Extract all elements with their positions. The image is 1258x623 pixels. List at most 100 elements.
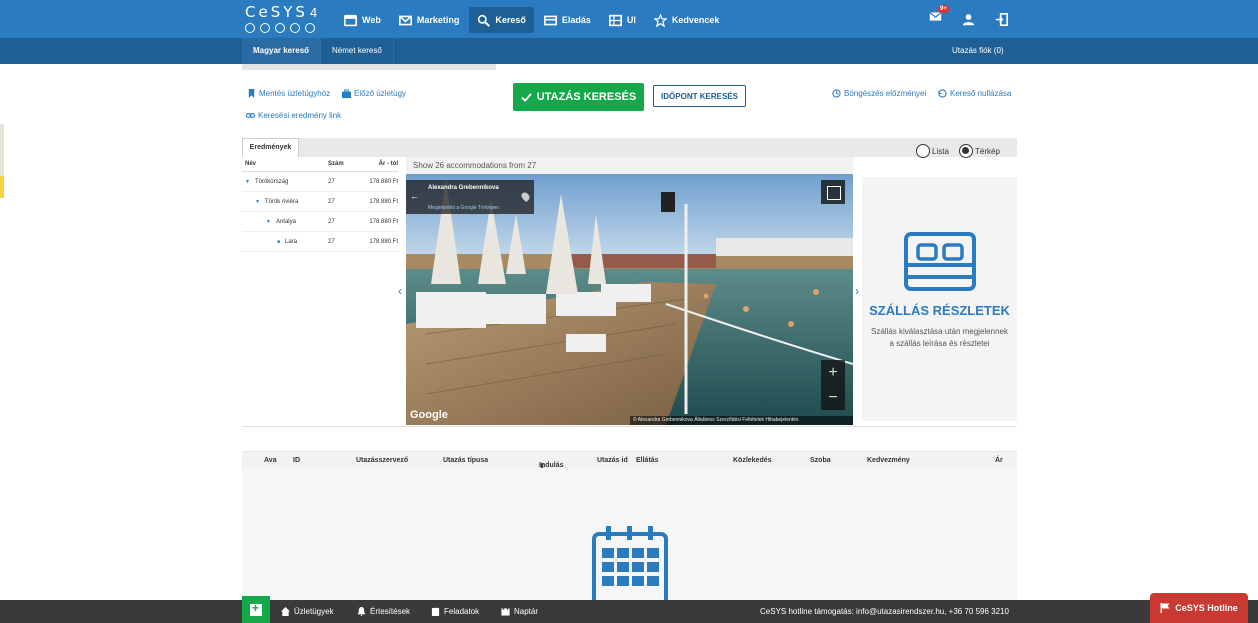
accommodation-count-info: Show 26 accommodations from 27	[406, 157, 853, 174]
caret-down-icon[interactable]: ▼	[245, 179, 250, 185]
nav-ui-label: UI	[626, 15, 636, 25]
tree-header-count[interactable]: Szám	[328, 161, 358, 167]
reset-icon	[938, 89, 947, 98]
tree-header: Név Szám Ár - tól	[242, 157, 398, 172]
radio-list-circle[interactable]	[916, 144, 930, 158]
tree-row-name: Antalya	[275, 218, 296, 225]
nav-web[interactable]: Web	[336, 7, 389, 33]
tree-header-price[interactable]: Ár - tól	[358, 161, 398, 167]
destination-tree: Név Szám Ár - tól ▼ Törökország 27 178 88…	[242, 157, 398, 252]
bookmark-icon	[248, 89, 255, 98]
radio-map-circle[interactable]	[959, 144, 973, 158]
browse-history-link[interactable]: Böngészés előzményei	[832, 89, 926, 98]
save-to-deal-link[interactable]: Mentés üzletügyhöz	[247, 89, 330, 98]
target-icon[interactable]	[305, 23, 315, 33]
col-price[interactable]: Ár	[995, 457, 1003, 464]
hotline-support-text: CeSYS hotline támogatás: info@utazasiren…	[760, 607, 1009, 616]
fullscreen-button[interactable]	[821, 180, 845, 204]
quick-add-button[interactable]	[242, 596, 270, 623]
tree-row[interactable]: ▼ Török riviéra 27 178 880 Ft	[242, 192, 398, 212]
zoom-out-button[interactable]: −	[821, 385, 845, 410]
tree-header-name[interactable]: Név	[242, 161, 328, 167]
date-search-button[interactable]: IDŐPONT KERESÉS	[653, 85, 746, 107]
reset-search-label: Kereső nullázása	[950, 89, 1012, 98]
col-board[interactable]: Ellátás	[636, 457, 659, 464]
tree-row-price: 178 880 Ft	[369, 238, 398, 245]
history-icon	[832, 89, 841, 98]
chat-icon[interactable]	[260, 23, 270, 33]
card-icon	[543, 15, 557, 25]
top-navbar: CeSYS 4 Web Marketing Kereső Eladás UI K…	[0, 0, 1258, 38]
contrast-icon[interactable]	[245, 23, 255, 33]
view-on-google-maps-link[interactable]: Megtekintés a Google Térképen	[428, 205, 499, 211]
col-organizer[interactable]: Utazásszervező	[356, 457, 408, 464]
col-ava[interactable]: Ava	[264, 457, 277, 464]
cesys-logo[interactable]: CeSYS 4	[245, 4, 318, 33]
nav-marketing[interactable]: Marketing	[391, 7, 468, 33]
footer-deals-link[interactable]: Üzletügyek	[281, 600, 334, 623]
calendar-icon	[592, 526, 668, 600]
next-photo-arrow[interactable]: ›	[855, 284, 859, 298]
footer-calendar-label: Naptár	[514, 607, 539, 616]
view-map-radio[interactable]: Térkép	[959, 144, 1000, 158]
logout-icon[interactable]	[995, 12, 1008, 26]
nav-marketing-label: Marketing	[416, 15, 460, 25]
footer-notifications-link[interactable]: Értesítések	[357, 600, 410, 623]
calendar-small-icon	[501, 607, 510, 616]
back-arrow-icon[interactable]: ←	[410, 191, 419, 201]
tab-nemet-kereso[interactable]: Német kereső	[321, 38, 394, 64]
col-duration[interactable]: Utazás id	[597, 457, 628, 464]
reset-search-link[interactable]: Kereső nullázása	[938, 89, 1011, 98]
side-accent	[0, 124, 4, 176]
user-icon[interactable]	[962, 13, 975, 26]
info-icon[interactable]	[275, 23, 285, 33]
nav-kereso-label: Kereső	[495, 15, 526, 25]
bed-icon	[904, 232, 976, 291]
footer-calendar-link[interactable]: Naptár	[501, 600, 538, 623]
browse-history-label: Böngészés előzményei	[844, 89, 927, 98]
col-discount[interactable]: Kedvezmény	[867, 457, 910, 464]
tree-row[interactable]: ▼ Törökország 27 178 880 Ft	[242, 172, 398, 192]
check-icon	[521, 92, 532, 102]
messages-badge: 9+	[938, 5, 949, 13]
messages-button[interactable]: 9+	[929, 5, 949, 28]
col-room[interactable]: Szoba	[810, 457, 831, 464]
tree-row-price: 178 880 Ft	[369, 178, 398, 185]
side-accent-yellow	[0, 176, 4, 198]
travel-account-link[interactable]: Utazás fiók (0)	[952, 38, 1004, 64]
nav-kedvencek[interactable]: Kedvencek	[646, 7, 728, 33]
footer-tasks-link[interactable]: Feladatok	[431, 600, 479, 623]
col-travel-type[interactable]: Utazás típusa	[443, 457, 488, 464]
footer-notifications-label: Értesítések	[370, 607, 411, 616]
tree-row-name: Törökország	[254, 178, 289, 185]
zoom-in-button[interactable]: +	[821, 360, 845, 385]
map-pin-icon[interactable]	[519, 190, 532, 203]
map-attribution: © Alexandra Grebennikova Általános Szerz…	[630, 416, 853, 425]
previous-deal-link[interactable]: Előző üzletügy	[342, 89, 406, 98]
caret-down-icon[interactable]: ▼	[255, 199, 260, 205]
offers-table-header: Ava ID Utazásszervező Utazás típusa Indu…	[242, 451, 1017, 470]
gear-icon[interactable]	[290, 23, 300, 33]
search-result-link[interactable]: Keresési eredmény link	[246, 111, 341, 120]
caret-down-icon[interactable]: ▼	[266, 219, 271, 225]
prev-photo-arrow[interactable]: ‹	[398, 284, 402, 298]
col-id[interactable]: ID	[293, 457, 300, 464]
nav-kereso[interactable]: Kereső	[469, 7, 534, 33]
save-to-deal-label: Mentés üzletügyhöz	[259, 89, 331, 98]
travel-search-button[interactable]: UTAZÁS KERESÉS	[513, 83, 644, 111]
tree-row[interactable]: ▼ Antalya 27 178 880 Ft	[242, 212, 398, 232]
cesys-hotline-button[interactable]: CeSYS Hotline	[1150, 593, 1248, 623]
tree-row-count: 27	[328, 218, 335, 225]
results-tabs: Eredmények Lista Térkép	[242, 138, 1017, 158]
footer-deals-label: Üzletügyek	[294, 607, 334, 616]
view-list-radio[interactable]: Lista	[916, 144, 949, 158]
col-transport[interactable]: Közlekedés	[733, 457, 772, 464]
sub-navbar: Magyar kereső Német kereső Utazás fiók (…	[0, 38, 1258, 64]
nav-ui[interactable]: UI	[601, 7, 644, 33]
tab-magyar-kereso[interactable]: Magyar kereső	[242, 38, 322, 64]
tree-row[interactable]: ■ Lara 27 178 880 Ft	[242, 232, 398, 252]
tree-row-count: 27	[328, 238, 335, 245]
tree-row-count: 27	[328, 198, 335, 205]
tab-eredmenyek[interactable]: Eredmények	[242, 138, 299, 157]
nav-eladas[interactable]: Eladás	[536, 7, 599, 33]
